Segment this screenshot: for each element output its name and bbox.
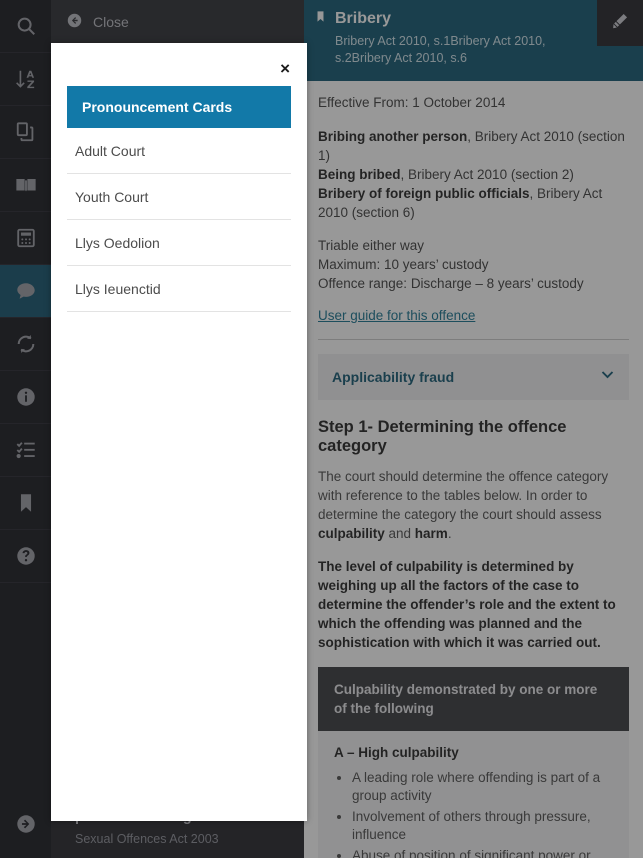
modal-item-llys-ieuenctid[interactable]: Llys Ieuenctid xyxy=(67,266,291,312)
modal-item-youth-court[interactable]: Youth Court xyxy=(67,174,291,220)
close-icon[interactable]: × xyxy=(275,57,295,80)
app-root: Close Causing or inciting prostitution f… xyxy=(0,0,643,858)
modal-body: Pronouncement Cards Adult Court Youth Co… xyxy=(51,43,307,312)
modal-header: Pronouncement Cards xyxy=(67,86,291,128)
modal-item-adult-court[interactable]: Adult Court xyxy=(67,128,291,174)
modal-item-llys-oedolion[interactable]: Llys Oedolion xyxy=(67,220,291,266)
pronouncement-cards-modal: × Pronouncement Cards Adult Court Youth … xyxy=(51,43,307,821)
